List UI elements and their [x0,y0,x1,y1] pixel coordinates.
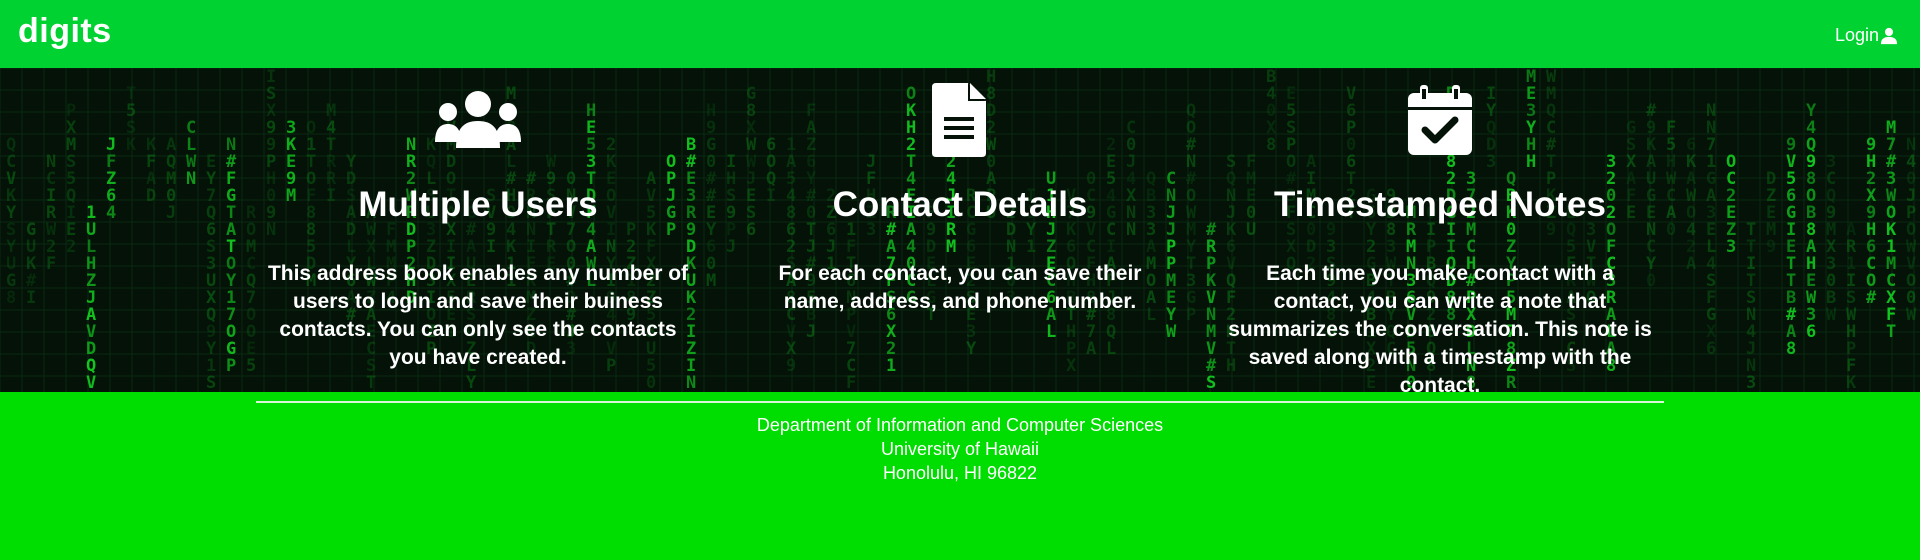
svg-text:P: P [1186,305,1196,325]
svg-text:2: 2 [66,237,76,257]
file-text-icon [932,83,986,157]
feature-multiple-users: Multiple Users This address book enables… [258,68,698,392]
svg-text:5: 5 [246,356,256,376]
svg-text:0: 0 [1666,220,1676,240]
svg-text:K: K [1846,373,1857,392]
svg-text:#: # [1866,288,1877,308]
svg-text:S: S [1206,373,1216,392]
svg-text:6: 6 [1806,322,1816,342]
svg-text:4: 4 [106,203,116,223]
brand-logo[interactable]: digits [18,12,112,51]
svg-text:3: 3 [1746,373,1756,392]
svg-text:A: A [1686,254,1696,274]
svg-text:8: 8 [1786,339,1796,359]
calendar-check-icon [1408,85,1472,155]
svg-text:I: I [26,288,36,308]
feature-description: Each time you make contact with a contac… [1228,262,1652,392]
svg-text:N: N [186,169,196,189]
svg-text:M: M [706,271,716,291]
hero-section: Q C V K Y S Y U G 8 G U K # I N C I R W 2 F P X M S 5 Q I E 2 1 U L H Z J A V D… [0,68,1920,392]
footer: Department of Information and Computer S… [0,392,1920,560]
svg-text:V: V [86,373,96,392]
svg-text:W: W [1826,305,1837,325]
svg-text:6: 6 [1706,339,1716,359]
feature-title: Timestamped Notes [1274,185,1606,224]
feature-title: Contact Details [832,185,1088,224]
svg-text:9: 9 [1766,237,1776,257]
feature-description: This address book enables any number of … [267,262,689,369]
footer-city: Honolulu, HI 96822 [882,463,1038,483]
svg-text:W: W [1906,305,1917,325]
feature-description: For each contact, you can save their nam… [778,262,1142,313]
feature-timestamped-notes: Timestamped Notes Each time you make con… [1220,68,1660,392]
user-icon [1880,27,1898,44]
login-label: Login [1834,25,1879,45]
svg-text:J: J [166,203,176,223]
feature-title: Multiple Users [358,185,598,224]
svg-text:3: 3 [1726,237,1736,257]
users-icon [435,91,521,148]
footer-address: Department of Information and Computer S… [0,413,1920,485]
login-button[interactable]: Login [1835,25,1898,46]
feature-contact-details: Contact Details For each contact, you ca… [740,68,1180,392]
svg-text:D: D [146,186,156,206]
svg-text:8: 8 [6,288,16,308]
svg-text:F: F [46,254,56,274]
svg-text:K: K [126,135,137,155]
svg-text:S: S [206,373,216,392]
footer-university: University of Hawaii [880,439,1040,459]
footer-department: Department of Information and Computer S… [756,415,1164,435]
svg-text:T: T [1886,322,1896,342]
svg-text:P: P [226,356,236,376]
footer-divider [256,401,1664,403]
navbar: digits Login [0,0,1920,68]
svg-text:J: J [726,237,736,257]
